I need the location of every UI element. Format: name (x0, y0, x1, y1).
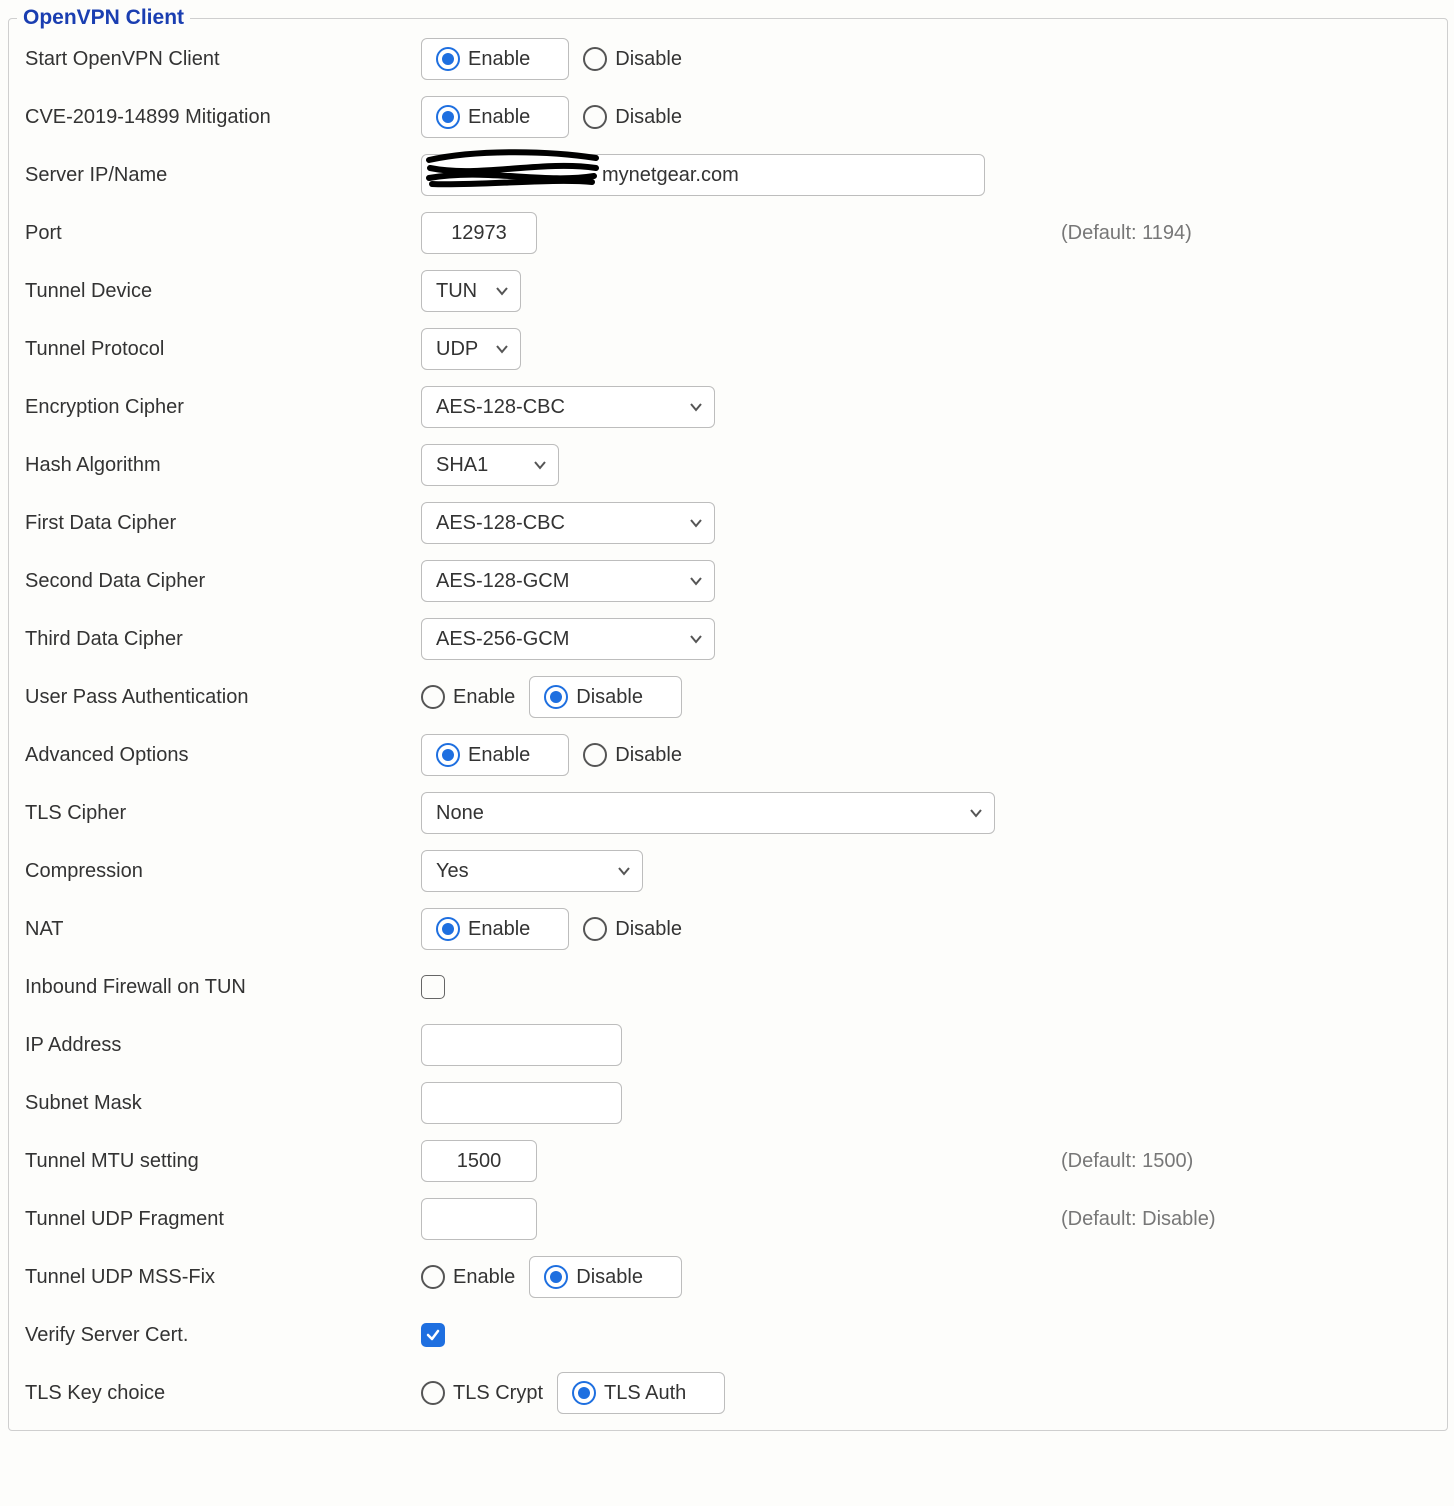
select-third-data-cipher[interactable]: AES-256-GCM (421, 618, 715, 660)
row-tls-cipher: TLS Cipher None (17, 784, 1439, 842)
label-advanced-options: Advanced Options (25, 744, 421, 767)
hint-port: (Default: 1194) (1061, 222, 1192, 245)
label-encryption-cipher: Encryption Cipher (25, 396, 421, 419)
row-user-pass-auth: User Pass Authentication Enable Disable (17, 668, 1439, 726)
chevron-down-icon (532, 457, 548, 473)
label-compression: Compression (25, 860, 421, 883)
radio-cve-disable[interactable]: Disable (583, 105, 682, 129)
label-mss-fix: Tunnel UDP MSS-Fix (25, 1266, 421, 1289)
row-port: Port (Default: 1194) (17, 204, 1439, 262)
input-ip-address[interactable] (421, 1024, 622, 1066)
label-tunnel-device: Tunnel Device (25, 280, 421, 303)
row-tunnel-mtu: Tunnel MTU setting (Default: 1500) (17, 1132, 1439, 1190)
row-compression: Compression Yes (17, 842, 1439, 900)
select-tunnel-protocol[interactable]: UDP (421, 328, 521, 370)
select-encryption-cipher[interactable]: AES-128-CBC (421, 386, 715, 428)
row-first-data-cipher: First Data Cipher AES-128-CBC (17, 494, 1439, 552)
label-second-data-cipher: Second Data Cipher (25, 570, 421, 593)
row-verify-cert: Verify Server Cert. (17, 1306, 1439, 1364)
row-tunnel-protocol: Tunnel Protocol UDP (17, 320, 1439, 378)
radio-tls-auth[interactable]: TLS Auth (557, 1372, 725, 1414)
label-ip-address: IP Address (25, 1034, 421, 1057)
chevron-down-icon (688, 573, 704, 589)
label-port: Port (25, 222, 421, 245)
row-tls-key-choice: TLS Key choice TLS Crypt TLS Auth (17, 1364, 1439, 1422)
row-advanced-options: Advanced Options Enable Disable (17, 726, 1439, 784)
label-first-data-cipher: First Data Cipher (25, 512, 421, 535)
checkbox-verify-cert[interactable] (421, 1323, 445, 1347)
chevron-down-icon (616, 863, 632, 879)
label-verify-cert: Verify Server Cert. (25, 1324, 421, 1347)
chevron-down-icon (494, 341, 510, 357)
select-first-data-cipher[interactable]: AES-128-CBC (421, 502, 715, 544)
input-tunnel-udp-fragment[interactable] (421, 1198, 537, 1240)
select-hash[interactable]: SHA1 (421, 444, 559, 486)
panel-title: OpenVPN Client (17, 6, 190, 30)
radio-cve-enable[interactable]: Enable (421, 96, 569, 138)
chevron-down-icon (494, 283, 510, 299)
row-inbound-firewall: Inbound Firewall on TUN (17, 958, 1439, 1016)
radio-upa-disable[interactable]: Disable (529, 676, 682, 718)
row-subnet-mask: Subnet Mask (17, 1074, 1439, 1132)
radio-adv-enable[interactable]: Enable (421, 734, 569, 776)
row-tunnel-device: Tunnel Device TUN (17, 262, 1439, 320)
radio-adv-disable[interactable]: Disable (583, 743, 682, 767)
row-third-data-cipher: Third Data Cipher AES-256-GCM (17, 610, 1439, 668)
radio-upa-enable[interactable]: Enable (421, 685, 515, 709)
hint-fragment: (Default: Disable) (1061, 1208, 1216, 1231)
radio-mss-disable[interactable]: Disable (529, 1256, 682, 1298)
input-port[interactable] (421, 212, 537, 254)
radio-mss-enable[interactable]: Enable (421, 1265, 515, 1289)
chevron-down-icon (968, 805, 984, 821)
openvpn-client-panel: OpenVPN Client Start OpenVPN Client Enab… (8, 6, 1448, 1431)
radio-tls-crypt[interactable]: TLS Crypt (421, 1381, 543, 1405)
hint-mtu: (Default: 1500) (1061, 1150, 1193, 1173)
label-inbound-firewall: Inbound Firewall on TUN (25, 976, 421, 999)
label-cve: CVE-2019-14899 Mitigation (25, 106, 421, 129)
checkbox-inbound-firewall[interactable] (421, 975, 445, 999)
row-nat: NAT Enable Disable (17, 900, 1439, 958)
row-cve: CVE-2019-14899 Mitigation Enable Disable (17, 88, 1439, 146)
input-server[interactable] (421, 154, 985, 196)
label-start-client: Start OpenVPN Client (25, 48, 421, 71)
row-server: Server IP/Name (17, 146, 1439, 204)
label-hash: Hash Algorithm (25, 454, 421, 477)
radio-start-disable[interactable]: Disable (583, 47, 682, 71)
select-second-data-cipher[interactable]: AES-128-GCM (421, 560, 715, 602)
row-ip-address: IP Address (17, 1016, 1439, 1074)
select-compression[interactable]: Yes (421, 850, 643, 892)
check-icon (425, 1327, 441, 1343)
chevron-down-icon (688, 631, 704, 647)
label-nat: NAT (25, 918, 421, 941)
label-tunnel-mtu: Tunnel MTU setting (25, 1150, 421, 1173)
label-user-pass-auth: User Pass Authentication (25, 686, 421, 709)
row-second-data-cipher: Second Data Cipher AES-128-GCM (17, 552, 1439, 610)
label-tunnel-udp-fragment: Tunnel UDP Fragment (25, 1208, 421, 1231)
row-encryption-cipher: Encryption Cipher AES-128-CBC (17, 378, 1439, 436)
label-tls-cipher: TLS Cipher (25, 802, 421, 825)
select-tls-cipher[interactable]: None (421, 792, 995, 834)
row-mss-fix: Tunnel UDP MSS-Fix Enable Disable (17, 1248, 1439, 1306)
radio-nat-enable[interactable]: Enable (421, 908, 569, 950)
label-subnet-mask: Subnet Mask (25, 1092, 421, 1115)
row-tunnel-udp-fragment: Tunnel UDP Fragment (Default: Disable) (17, 1190, 1439, 1248)
radio-start-enable[interactable]: Enable (421, 38, 569, 80)
input-subnet-mask[interactable] (421, 1082, 622, 1124)
chevron-down-icon (688, 515, 704, 531)
input-tunnel-mtu[interactable] (421, 1140, 537, 1182)
row-hash: Hash Algorithm SHA1 (17, 436, 1439, 494)
radio-nat-disable[interactable]: Disable (583, 917, 682, 941)
label-server: Server IP/Name (25, 164, 421, 187)
row-start-client: Start OpenVPN Client Enable Disable (17, 30, 1439, 88)
label-third-data-cipher: Third Data Cipher (25, 628, 421, 651)
select-tunnel-device[interactable]: TUN (421, 270, 521, 312)
chevron-down-icon (688, 399, 704, 415)
label-tunnel-protocol: Tunnel Protocol (25, 338, 421, 361)
label-tls-key-choice: TLS Key choice (25, 1382, 421, 1405)
